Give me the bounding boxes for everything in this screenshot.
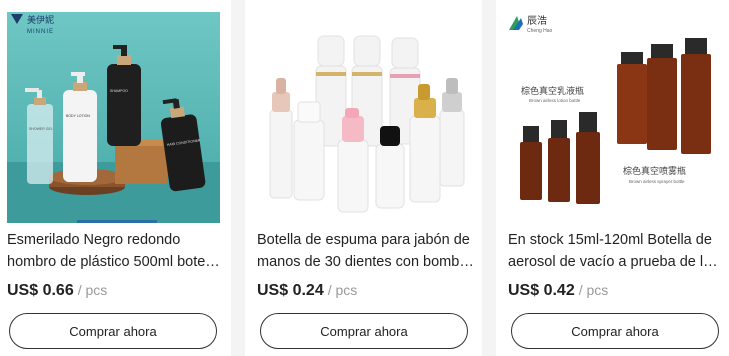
product-price: US$ 0.24/ pcs — [257, 282, 357, 300]
price-unit: / pcs — [77, 282, 108, 298]
product-title[interactable]: En stock 15ml-120ml Botella de aerosol d… — [508, 229, 721, 275]
price-unit: / pcs — [578, 282, 609, 298]
brand-logo-cn: 美伊妮 — [27, 14, 54, 26]
caption-cn: 棕色真空喷雾瓶 — [623, 165, 686, 177]
caption-en: Brown airless lotion bottle — [529, 98, 581, 103]
bottle-label: BODY LOTION — [66, 114, 90, 118]
bottle-label: SHAMPOO — [110, 89, 128, 93]
price-value: US$ 0.24 — [257, 282, 324, 299]
price-unit: / pcs — [327, 282, 358, 298]
product-grid: 美伊妮 MINNIE SHOWER GEL BODY LOTION SHAMPO… — [0, 0, 729, 356]
caption-cn: 棕色真空乳液瓶 — [521, 85, 584, 97]
buy-now-button[interactable]: Comprar ahora — [9, 313, 217, 349]
bottle-label: SHOWER GEL — [29, 127, 53, 131]
buy-now-button[interactable]: Comprar ahora — [260, 313, 468, 349]
product-image[interactable]: 美伊妮 MINNIE SHOWER GEL BODY LOTION SHAMPO… — [7, 12, 220, 223]
buy-now-button[interactable]: Comprar ahora — [511, 313, 719, 349]
product-price: US$ 0.66/ pcs — [7, 282, 107, 300]
price-value: US$ 0.42 — [508, 282, 575, 299]
product-title[interactable]: Botella de espuma para jabón de manos de… — [257, 229, 474, 275]
product-card[interactable]: 美伊妮 MINNIE SHOWER GEL BODY LOTION SHAMPO… — [0, 0, 231, 356]
brand-logo-en: MINNIE — [27, 29, 54, 35]
product-image[interactable] — [250, 12, 476, 223]
product-card[interactable]: Botella de espuma para jabón de manos de… — [245, 0, 482, 356]
caption-en: Brown airless sprayer bottle — [629, 179, 685, 184]
product-card[interactable]: 辰浩 Cheng Hao 棕色真空乳液瓶 Brown airless lotio… — [496, 0, 729, 356]
brand-logo-en: Cheng Hao — [527, 28, 553, 34]
product-title[interactable]: Esmerilado Negro redondo hombro de plást… — [7, 229, 223, 275]
product-price: US$ 0.42/ pcs — [508, 282, 608, 300]
product-image[interactable]: 辰浩 Cheng Hao 棕色真空乳液瓶 Brown airless lotio… — [501, 12, 723, 223]
price-value: US$ 0.66 — [7, 282, 74, 299]
brand-logo-cn: 辰浩 — [527, 15, 547, 27]
